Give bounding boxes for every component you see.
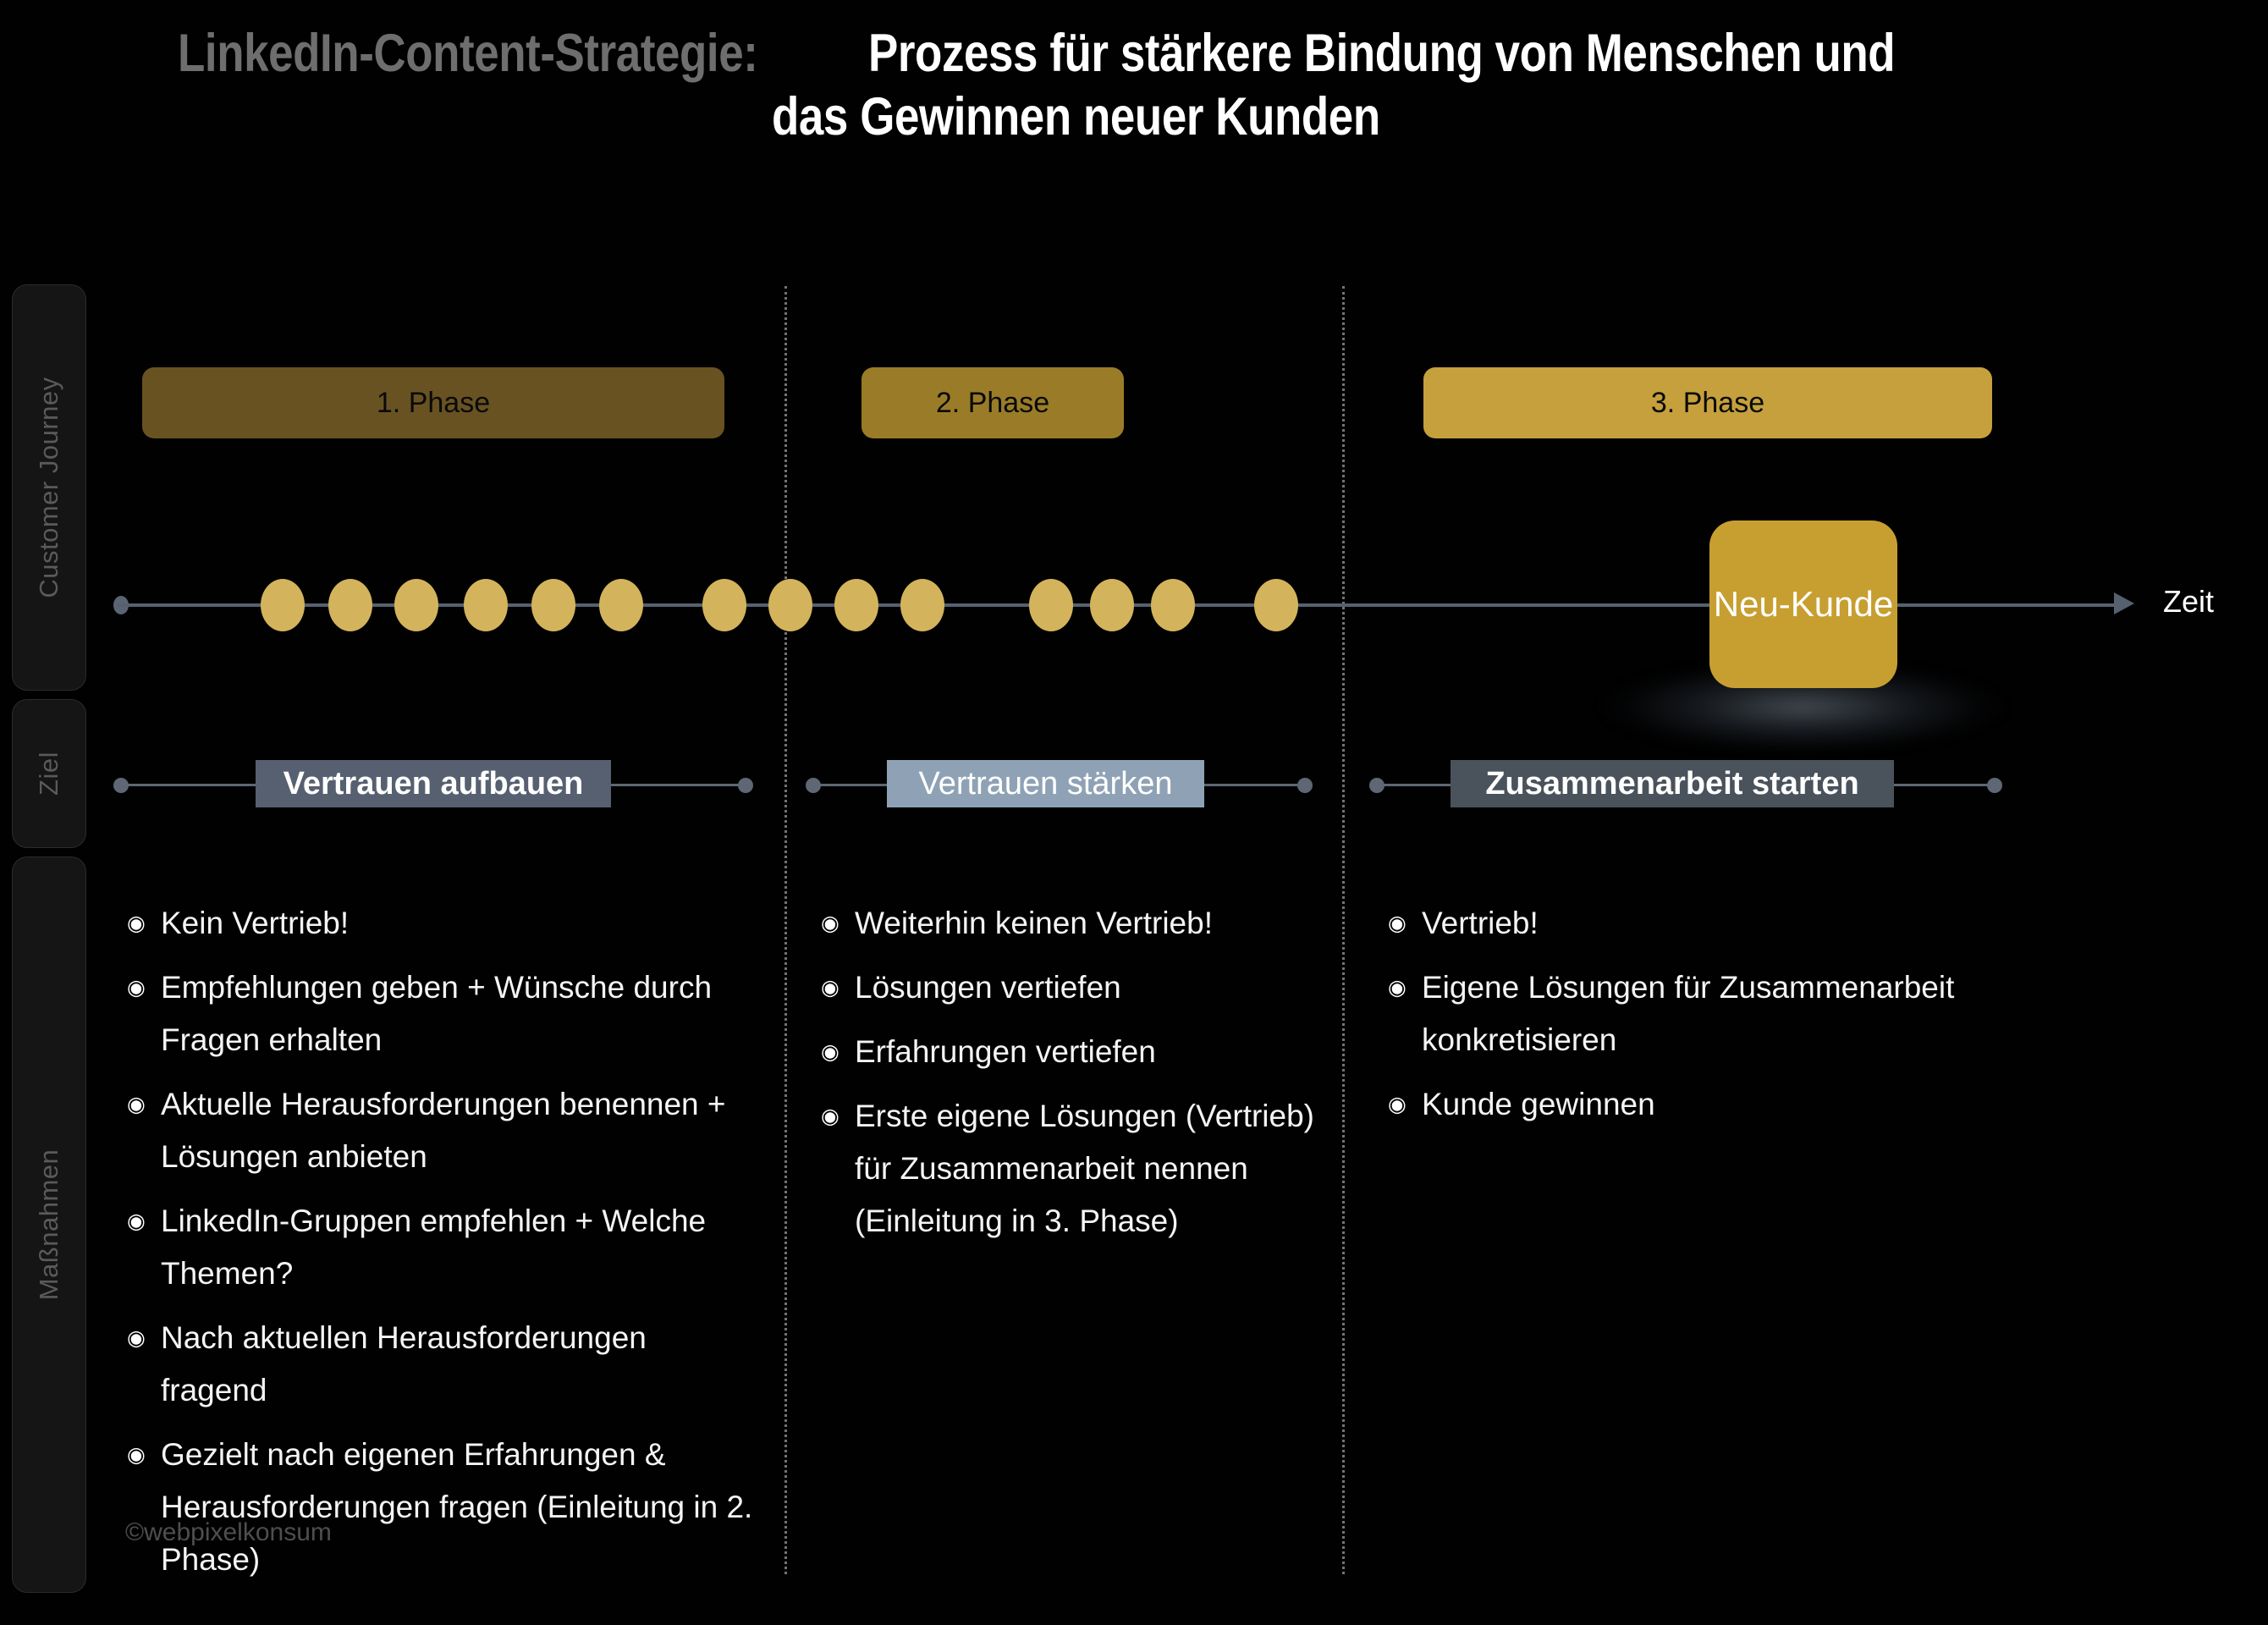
title-prefix: LinkedIn-Content-Strategie: [177, 24, 758, 83]
measure-item: ◉ Erste eigene Lösungen (Vertrieb) für Zu… [821, 1090, 1329, 1248]
goal-connector-dot-right-1 [738, 778, 753, 793]
measure-item: ◉ Kein Vertrieb! [127, 897, 753, 950]
measure-text: Eigene Lösungen für Zusammenarbeit konkr… [1422, 970, 1955, 1057]
measure-item: ◉ Nach aktuellen Herausforderungen fragen… [127, 1312, 753, 1417]
phase-pill-2[interactable]: 2. Phase [862, 367, 1124, 438]
bullet-icon: ◉ [127, 1209, 146, 1233]
goal-connector-dot-right-2 [1297, 778, 1313, 793]
measures-column-1: ◉ Kein Vertrieb! ◉ Empfehlungen geben + Wün… [127, 897, 753, 1598]
goal-chip-1[interactable]: Vertrauen aufbauen [256, 760, 611, 807]
measure-text: Aktuelle Herausforderungen benennen + Lö… [161, 1087, 726, 1174]
measure-item: ◉ Vertrieb! [1388, 897, 1980, 950]
goal-connector-line-right-1 [611, 784, 745, 786]
bullet-icon: ◉ [127, 912, 146, 935]
phase-label-3: 3. Phase [1650, 386, 1765, 419]
measure-item: ◉ Kunde gewinnen [1388, 1078, 1980, 1131]
measure-text: Gezielt nach eigenen Erfahrungen & Herau… [161, 1437, 753, 1577]
neu-kunde-label: Neu-Kunde [1713, 584, 1894, 624]
phase-pill-1[interactable]: 1. Phase [142, 367, 724, 438]
bullet-icon: ◉ [821, 912, 839, 935]
timeline-dot [599, 579, 643, 631]
measures-column-2: ◉ Weiterhin keinen Vertrieb! ◉ Lösungen ver… [821, 897, 1329, 1259]
measure-item: ◉ Aktuelle Herausforderungen benennen + L… [127, 1078, 753, 1183]
measures-column-3: ◉ Vertrieb! ◉ Eigene Lösungen für Zusammena… [1388, 897, 1980, 1143]
measure-text: Kunde gewinnen [1422, 1087, 1655, 1121]
bullet-icon: ◉ [127, 1443, 146, 1467]
goal-connector-line-right-3 [1894, 784, 1994, 786]
rail-massnahmen: Maßnahmen [12, 857, 86, 1593]
title-row-second: das Gewinnen neuer Kunden [118, 87, 2150, 147]
phase-label-2: 2. Phase [935, 386, 1050, 419]
measure-text: Nach aktuellen Herausforderungen fragend [161, 1320, 647, 1407]
goal-connector-line-left-1 [118, 784, 256, 786]
timeline-dot [1029, 579, 1073, 631]
goal-connector-line-left-2 [811, 784, 887, 786]
copyright-notice: ©webpixelkonsum [125, 1518, 332, 1546]
timeline-dot [1151, 579, 1195, 631]
bullet-icon: ◉ [1388, 1093, 1406, 1116]
timeline-axis-label: Zeit [2163, 584, 2215, 619]
rail-label-customer-journey: Customer Journey [34, 377, 63, 598]
bullet-icon: ◉ [821, 976, 839, 1000]
measure-text: Erste eigene Lösungen (Vertrieb) für Zus… [855, 1099, 1315, 1238]
measure-item: ◉ Erfahrungen vertiefen [821, 1026, 1329, 1078]
rail-ziel: Ziel [12, 699, 86, 848]
phase-pill-3[interactable]: 3. Phase [1423, 367, 1992, 438]
bullet-icon: ◉ [821, 1104, 839, 1128]
measure-item: ◉ Weiterhin keinen Vertrieb! [821, 897, 1329, 950]
rail-customer-journey: Customer Journey [12, 284, 86, 691]
bullet-icon: ◉ [127, 1326, 146, 1350]
goal-label-3: Zusammenarbeit starten [1485, 765, 1859, 801]
bullet-icon: ◉ [821, 1040, 839, 1064]
measure-item: ◉ LinkedIn-Gruppen empfehlen + Welche The… [127, 1195, 753, 1300]
bullet-icon: ◉ [1388, 912, 1406, 935]
rail-label-ziel: Ziel [34, 752, 63, 796]
timeline-arrow-icon [2114, 592, 2134, 614]
goal-connector-dot-right-3 [1987, 778, 2002, 793]
title-main-line1: Prozess für stärkere Bindung von Mensche… [867, 24, 1896, 83]
goal-connector-line-left-3 [1374, 784, 1451, 786]
timeline-dot [328, 579, 372, 631]
goal-label-2: Vertrauen stärken [918, 765, 1173, 801]
timeline-dot [261, 579, 305, 631]
goal-connector-line-right-2 [1204, 784, 1304, 786]
timeline-dot [1254, 579, 1298, 631]
measure-item: ◉ Lösungen vertiefen [821, 961, 1329, 1014]
timeline-dot [531, 579, 575, 631]
timeline-dot [1090, 579, 1134, 631]
goal-chip-2[interactable]: Vertrauen stärken [887, 760, 1204, 807]
measure-text: Weiterhin keinen Vertrieb! [855, 906, 1213, 940]
page-title: LinkedIn-Content-Strategie: Prozess für s… [118, 24, 2150, 146]
phase-separator-1 [784, 286, 787, 1574]
measure-text: Kein Vertrieb! [161, 906, 350, 940]
neu-kunde-node[interactable]: Neu-Kunde [1709, 521, 1897, 688]
phase-separator-2 [1342, 286, 1345, 1574]
timeline-dot [768, 579, 812, 631]
measure-text: Erfahrungen vertiefen [855, 1034, 1156, 1069]
title-main-line2: das Gewinnen neuer Kunden [772, 86, 1380, 146]
goal-label-1: Vertrauen aufbauen [283, 765, 584, 801]
timeline-dot [702, 579, 746, 631]
timeline-dot [464, 579, 508, 631]
measure-text: Empfehlungen geben + Wünsche durch Frage… [161, 970, 713, 1057]
bullet-icon: ◉ [1388, 976, 1406, 1000]
timeline-dot [900, 579, 944, 631]
bullet-icon: ◉ [127, 1093, 146, 1116]
measure-text: LinkedIn-Gruppen empfehlen + Welche Them… [161, 1204, 707, 1291]
measure-text: Lösungen vertiefen [855, 970, 1121, 1005]
measure-text: Vertrieb! [1422, 906, 1539, 940]
bullet-icon: ◉ [127, 976, 146, 1000]
measure-item: ◉ Gezielt nach eigenen Erfahrungen & Hera… [127, 1429, 753, 1586]
timeline-dot [394, 579, 438, 631]
measure-item: ◉ Empfehlungen geben + Wünsche durch Frag… [127, 961, 753, 1066]
rail-label-massnahmen: Maßnahmen [34, 1149, 63, 1301]
title-row-first: LinkedIn-Content-Strategie: Prozess für s… [118, 24, 2150, 84]
phase-label-1: 1. Phase [376, 386, 491, 419]
infographic-canvas: LinkedIn-Content-Strategie: Prozess für s… [0, 0, 2268, 1625]
timeline-dot [834, 579, 878, 631]
goal-chip-3[interactable]: Zusammenarbeit starten [1451, 760, 1894, 807]
measure-item: ◉ Eigene Lösungen für Zusammenarbeit konk… [1388, 961, 1980, 1066]
